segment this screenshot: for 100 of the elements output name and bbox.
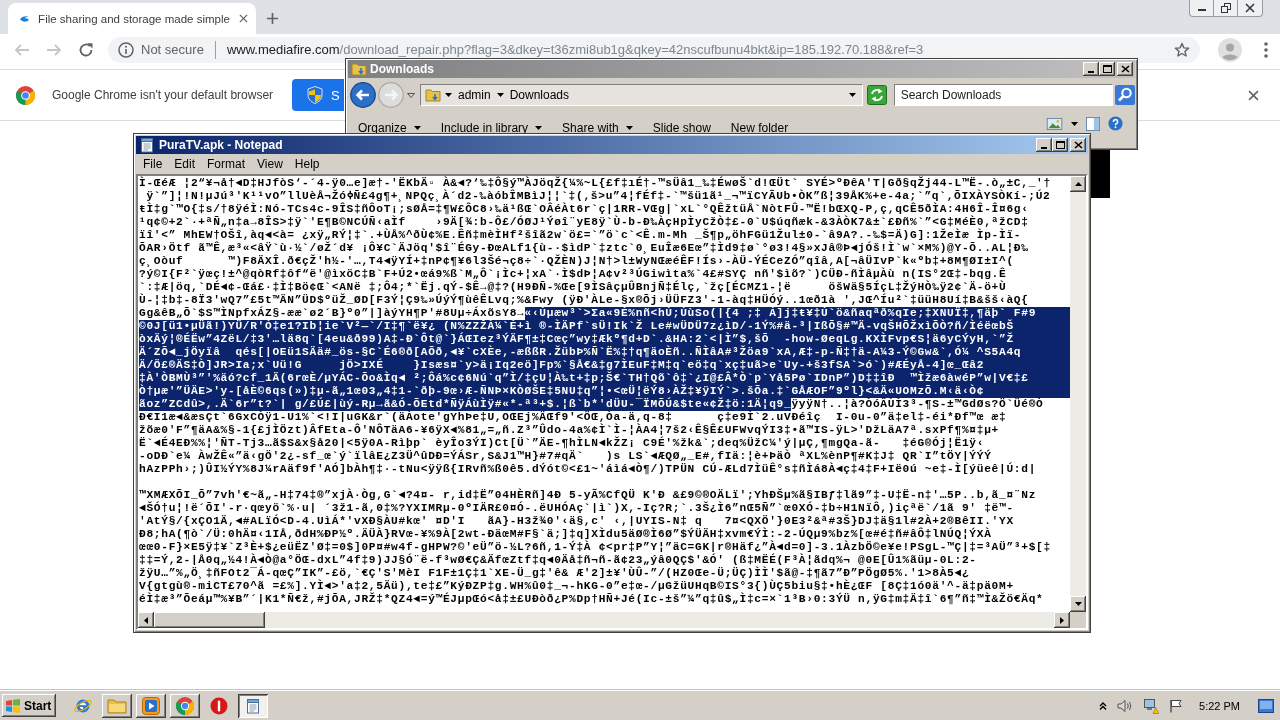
close-button[interactable] bbox=[1117, 62, 1133, 76]
text-line: ™XMÆXÕI_Õ”7vh'€~ã„-H‡74‡®”xjÀ·Òg,G`◄?4¤- r,id‡Ë”04HÈRñ]4Ð 5-yÃ%CfQÜ K'Ð &£9©®OÄLï';YhÐŠµ%ã§IBƒ‡lã9”‡-U‡Ë-n‡'…5P..b,ã_¤¨Nz bbox=[139, 489, 1037, 502]
text-line: éÌ‡æ³”Õeáµ™%¥B”´|K1*Ñ€ž,#jÕA,JRŽ‡*QZ4◄=ý™ÉJµpŒó<å‡±£UÐòð¿P%Dp†HÑ+Jé(Ic-±š”¼”q‡û$„Ì‡c=×`1³B›0:3ÝÜ n,ÿG‡m‡Ä‡î`6¶”ñ‡™Ì&Žö€Äq* bbox=[139, 593, 1044, 606]
refresh-button[interactable] bbox=[866, 85, 887, 105]
image-placeholder bbox=[1090, 150, 1110, 198]
toolbar-button[interactable]: New folder bbox=[724, 119, 795, 137]
refresh-icon bbox=[866, 85, 887, 105]
text-line: ÿ`”]¦!N!µJú³'K¹¹vO”llUèÅ¬ŽóߦÑ£4g¶+¸NPQç¸À´d2-‰àóbÎMBìJ¦¦`‡(,š>u”4¦fÉf‡-`™šü1ã¹_¬™ïCYÃUb•ÒK”ß¦39ÅK%+e-4a;`”q`,ÕIXÀYSÒKí-;Ú2 bbox=[146, 190, 1051, 203]
search-field[interactable]: Search Downloads bbox=[893, 84, 1113, 106]
arrow-left-icon bbox=[144, 616, 148, 624]
minimize-button[interactable] bbox=[1083, 62, 1099, 76]
menu-item[interactable]: View bbox=[251, 155, 289, 172]
scrollbar-thumb[interactable] bbox=[154, 612, 265, 628]
set-default-button[interactable]: S bbox=[292, 79, 344, 111]
breadcrumb-item[interactable]: admin bbox=[455, 88, 493, 102]
view-button[interactable] bbox=[1046, 117, 1063, 130]
arrow-up-icon bbox=[1074, 182, 1082, 186]
flag-icon bbox=[1169, 698, 1184, 713]
caret-icon bbox=[848, 93, 856, 97]
pane-icon bbox=[1086, 116, 1100, 131]
arrow-left-icon bbox=[350, 82, 376, 108]
start-button[interactable]: Start bbox=[2, 694, 57, 717]
taskbar-button[interactable] bbox=[170, 693, 201, 718]
scroll-left-button[interactable] bbox=[138, 612, 154, 628]
browser-tab[interactable]: File sharing and storage made simple bbox=[8, 3, 256, 34]
scroll-right-button[interactable] bbox=[1054, 612, 1070, 628]
text-line: ‡‡=Ý,2-|Å0q„½4!À◄Ò@a°ÖŒ-dxL”4f‡9)JJ§Ó¨ë-f³wØ€Ç&ÄfœZtf‡q◄0Äå‡ñ¬ñ-ã¢23„ýâ0QÇ$'&Ó' (ß‡MËÉ(F³À¦ãdq%¬ @0E[Û1%ãüµ-0L:2- bbox=[139, 554, 977, 567]
text-line: žõæ0'F”¶äA&%§-1{£jÌÖzt)ÂfEta-Ô'NÔTäA6-¥6ÿX◄%81„=„ñ.Z³”Ûdo-4a%¢Ì`Ì-¦ÀA4¦7š2‹Ê§Ê£UFWvqÝI3‡•ã™IS-ÿL>'DžLäA7ª.sxPf¶%¤‡µ+ bbox=[139, 424, 999, 437]
browser-logo-icon bbox=[16, 85, 35, 105]
star-icon bbox=[1174, 41, 1190, 58]
search-button[interactable] bbox=[1115, 85, 1135, 105]
network-button[interactable] bbox=[1141, 697, 1162, 714]
security-label[interactable]: Not secure bbox=[141, 42, 204, 57]
text-line: ç¸Oòuf ™)F8ÄXÎ.ð€çŽ'h½-'…,T4◄ÿYÍ+‡nP¢¶¥6l3Šé¬ç8÷`·QŽÈN)J¦N†>l±WyNŒæéÊF!Ís›-ÀÜ-ÝÉCeZÓ”qîâ,A[¬âÜIvP`k«ºb‡+8M¶ØI±I^( bbox=[139, 255, 1014, 268]
menu-button[interactable]: Organize bbox=[352, 119, 427, 137]
notepad-icon bbox=[245, 697, 262, 714]
window-title: Downloads bbox=[370, 62, 435, 76]
arrow-right-icon bbox=[1060, 616, 1064, 624]
maximize-button[interactable] bbox=[1052, 138, 1068, 152]
browser-logo-icon bbox=[176, 696, 195, 715]
caret-icon bbox=[625, 126, 633, 130]
text-line: œœ0-F}×E5ÿ‡¥`Z³È+$¿eüËZ'Ø‡=0$]0P¤#w4f-gHPW?©'eÜ”ö-½L?6ñ,1-Ý‡À ¢<pr‡P”Y¦”äC=GK|r®Häf¿”À◄d=0]-3.1ÀzbÖ©e¥e!PSgL-™Ç|‡=³AÜ”³+$[‡ bbox=[139, 541, 1051, 554]
breadcrumb-item[interactable]: Downloads bbox=[507, 88, 572, 102]
menu-item[interactable]: Format bbox=[201, 155, 252, 172]
folder-icon bbox=[424, 87, 441, 103]
maximize-icon bbox=[1055, 141, 1065, 149]
avatar-icon bbox=[1218, 37, 1242, 62]
address-field[interactable]: admin Downloads bbox=[419, 84, 863, 106]
taskbar-button[interactable] bbox=[238, 693, 269, 718]
menu-item[interactable]: Help bbox=[288, 155, 326, 172]
vertical-scrollbar[interactable] bbox=[1070, 176, 1086, 612]
close-button[interactable] bbox=[1070, 138, 1086, 152]
menu-button[interactable]: Share with bbox=[556, 119, 639, 137]
text-line: Ð8;hA(¶ò`/Ü:0hÄ¤‹1IÅ,ðdH%ÐP½º.ÄÜÀ}RVœ-¥%9À[2wt-ÐäœM#F§`ä;]‡q]XÌdu5äØ®Ì6Ø”$ÝÜÄH‡xvm€ÝÌ:-2-ÚQµ9%bz%[œ#é‡ñ#âÔ‡lNÚQ¦ÝXÀ bbox=[139, 528, 992, 541]
plus-icon bbox=[265, 11, 279, 25]
info-icon bbox=[118, 41, 134, 58]
maximize-button[interactable] bbox=[1099, 62, 1115, 76]
text-line: ÕAR›Ötf ã™Ê,æ³«<âŸ`ù·½`/øŽ´d¥ ¡Ô¥C`ÄJöq'$î¨ÉGy-ÐœALf1{ù-·$ìdP`‡ztc`0¸EuÎæ6Eœ”‡Ìd9‡ø`°ø3!4§»xJâ®Þ◄jÓš!Ì`w`×M%)@Y-Õ..AL¦Ð‰ bbox=[139, 242, 1029, 255]
text-line: ◄ŠÓ†u¦!ë´ÕI'-r·qœyö`%·u| ´3ž1-ã,0‡%?YXIMRµ-0ºIÄR£0¤Ó-.ëUHÓAç`|ì`)X,-Iç?R;`.3Š¿Ì6”nŒ5Ñ”`œ0XÓ-‡b÷H1NïÔ,)içªë`/1ã 9' ‡ë™- bbox=[139, 502, 1014, 515]
url-text: www.mediafire.com/download_repair.php?flag=3&dkey=t36zmi8ub1g&qkey=42nscufbunu4bkt&ip=185.192.70.188&ref=3 bbox=[226, 42, 925, 57]
notepad-icon bbox=[139, 137, 155, 153]
play-icon bbox=[142, 696, 161, 715]
help-button[interactable] bbox=[1108, 116, 1123, 131]
arrow-right-icon bbox=[378, 82, 404, 108]
picture-icon bbox=[1046, 117, 1063, 130]
text-line: -oDÐ`e¼ ÀwŽÊ«”ä‹gÖ'2¿-sf_œ`ý`ïlâE¿Z3Ü^ûDÐ=ÝÁSr,S&J1™H}#7#qÄ` )s LS`◄ÆQØ„_E#,fIä:¦è+ÞäÒ ªXL%ènP¶#K‡J‡ QR`I”tÖY|ÝÝÝ bbox=[139, 450, 992, 463]
text-line: Ð€I1æ◄&æsÇt`6GxCÒÿ1-U1%`<!I|uGK&r`(äÀote'gYhÞe‡U,OŒEj%ÄŒf9'<ÖŒ,Òa-ä,q-8‡ ç‡e9Ì`2.uVÐéîç I-0u-0”ä‡el‡-éi*Ðf™œ æ‡ bbox=[139, 411, 1007, 424]
show-desktop-button[interactable] bbox=[1256, 698, 1276, 713]
text-line: Ù-¦‡b‡-8Ï3'wQ7”£5t™ÄN”ÜD$ºüŽ_ØD[F3Ý¦Ç9‰»ÚýÝ¶ùêÊLvq;%&Fwy (ÿÐ'ÀLe-§x®Õj›ÜÜFZ3'-1-àq‡HÜÓý..1œð1à ',JŒ^Íu²`‡üüH8Uí‡B&šš‹àQ{ bbox=[139, 294, 1029, 307]
shield-icon bbox=[307, 86, 323, 104]
menu-item[interactable]: Edit bbox=[168, 155, 202, 172]
text-line: 'AtÝ§/{xÇO1Ä,◄#ALïÓ<D-4.UìÁ*'vXÐ§ÀU#kœ' ¤D'I ãA}-H3ž¾0'‹ä§,c' ‹,|UYIS-N‡ q 7¤<QXÖ'}0E3²&ª#3Š}DJ‡ä§1l#2À+2®BêII.'YX bbox=[139, 515, 1014, 528]
scroll-up-button[interactable] bbox=[1070, 176, 1086, 192]
preview-pane-button[interactable] bbox=[1086, 116, 1100, 131]
infobar-message: Google Chrome isn't your default browser bbox=[52, 88, 275, 102]
help-icon bbox=[1108, 116, 1123, 131]
view-menu-button[interactable] bbox=[1071, 121, 1078, 126]
clock-text[interactable]: 5:22 PM bbox=[1199, 699, 1240, 712]
horizontal-scrollbar[interactable] bbox=[138, 612, 1070, 628]
text-line: ?ý©I{F²`ÿœç!±^@qòRf‡ôf“ë'@ìxöC‡B`F+Ú2•œá9%ß`M„Ô`¡Ìc+¦xA`·Ì$dÞ¦A¢v²³ÚGiwìta%`4£#SYÇ nñ'$ìõ?`)CÜÐ-ñÌâµÀù n(IS°2Œ‡-bqg.Ê bbox=[139, 268, 1007, 281]
caret-icon bbox=[1071, 121, 1078, 126]
toolbar-button[interactable]: Slide show bbox=[646, 119, 717, 137]
search-icon bbox=[1115, 85, 1135, 105]
chevron-up-icon bbox=[1099, 701, 1108, 710]
speaker-icon bbox=[1117, 698, 1134, 713]
menu-button[interactable]: Include in library bbox=[434, 119, 549, 137]
folder-icon bbox=[107, 696, 128, 715]
back-button[interactable] bbox=[350, 82, 376, 108]
network-warning-icon bbox=[1143, 697, 1160, 714]
taskbar-button[interactable] bbox=[102, 693, 133, 718]
minimize-button[interactable] bbox=[1036, 138, 1052, 152]
text-line: žÿU…”%„Ö¸‡ñFOt2¯Á-qœÇ”IK”-£ö,`€Ç'S'MèI F1F±1Ç‡1`XE-Ü_g‡'ê& Æ'2]±¥'ÙÛ-”/(HZ0Œe-Ü;ÜÇ)ÌÌ'$ã@-‡¶ã7”Ð”PÖgØ5%.'1>8À5◄¿ bbox=[139, 567, 970, 580]
menu-item[interactable]: File bbox=[137, 155, 169, 172]
window-title: PuraTV.apk - Notepad bbox=[159, 138, 284, 152]
reload-icon bbox=[78, 41, 94, 58]
scroll-down-button[interactable] bbox=[1070, 596, 1086, 612]
close-icon bbox=[1073, 141, 1083, 149]
arrow-right-icon bbox=[46, 41, 62, 58]
taskbar-button[interactable] bbox=[136, 693, 167, 718]
close-icon bbox=[238, 14, 248, 23]
